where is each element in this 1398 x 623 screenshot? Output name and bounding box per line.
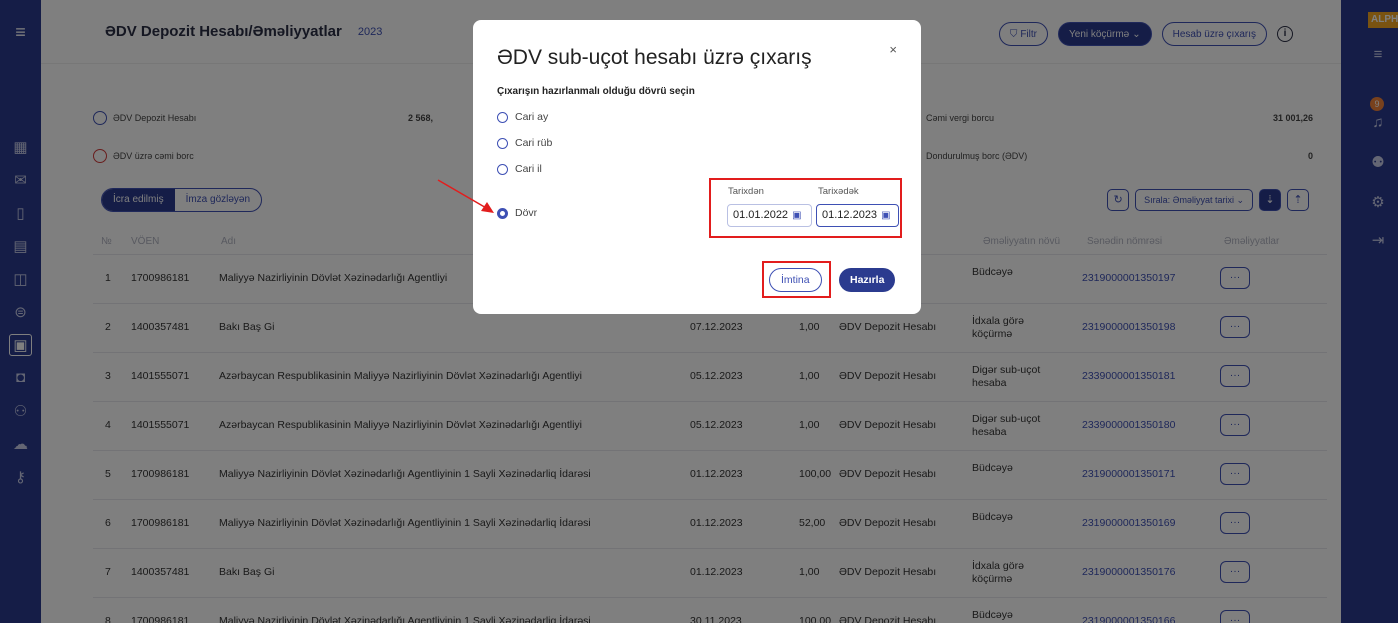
option-custom-period[interactable]: Dövr	[497, 207, 537, 219]
cancel-highlight-box	[762, 261, 831, 298]
modal-title: ƏDV sub-uçot hesabı üzrə çıxarış	[497, 46, 812, 69]
radio-button[interactable]	[497, 163, 508, 175]
radio-button-checked[interactable]	[497, 207, 508, 219]
option-current-quarter[interactable]: Cari rüb	[497, 137, 552, 149]
radio-button[interactable]	[497, 111, 508, 123]
period-prompt: Çıxarışın hazırlanmalı olduğu dövrü seçi…	[497, 86, 695, 97]
option-current-year[interactable]: Cari il	[497, 163, 542, 175]
option-current-month[interactable]: Cari ay	[497, 111, 548, 123]
prepare-button[interactable]: Hazırla	[839, 268, 896, 292]
radio-button[interactable]	[497, 137, 508, 149]
close-icon[interactable]: ×	[889, 42, 897, 57]
statement-modal: ƏDV sub-uçot hesabı üzrə çıxarış × Çıxar…	[473, 20, 921, 314]
date-highlight-box	[709, 178, 902, 238]
